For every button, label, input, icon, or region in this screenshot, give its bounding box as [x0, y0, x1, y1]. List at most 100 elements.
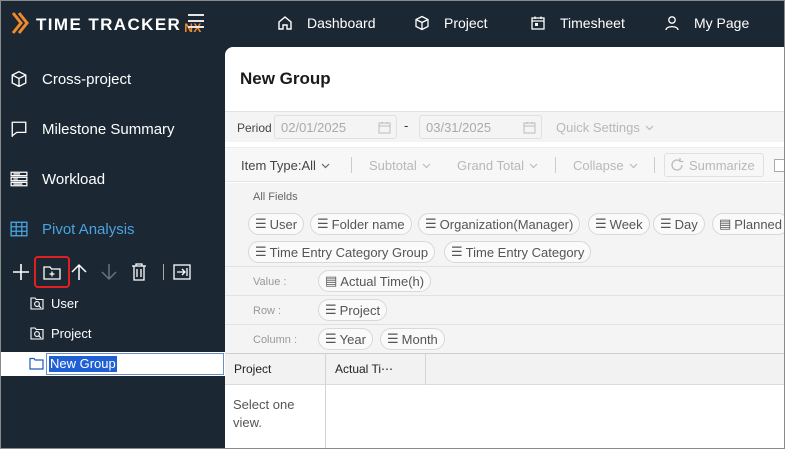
- divider: [555, 157, 556, 173]
- value-drop-zone[interactable]: Value : ▤ Actual Time(h): [225, 266, 785, 295]
- grid-header-actual-time[interactable]: Actual Ti⋯: [326, 354, 426, 385]
- sidebar-item-cross-project[interactable]: Cross-project: [10, 67, 131, 91]
- sidebar-item-label: Workload: [42, 170, 106, 188]
- column-chip-month[interactable]: ☰ Month: [380, 328, 445, 350]
- numeric-field-icon: ▤: [719, 216, 732, 231]
- summarize-button[interactable]: Summarize: [664, 153, 764, 177]
- field-chip-time-entry-category[interactable]: ☰ Time Entry Category: [444, 241, 592, 263]
- sidebar-item-milestone-summary[interactable]: Milestone Summary: [10, 117, 175, 141]
- delete-icon[interactable]: [126, 259, 152, 285]
- sidebar: Cross-project Milestone Summary Workload…: [0, 47, 225, 449]
- date-separator: -: [404, 118, 409, 133]
- nav-mypage[interactable]: My Page: [664, 12, 749, 34]
- add-icon[interactable]: [8, 259, 34, 285]
- folder-icon: [29, 357, 44, 370]
- subtotal-dropdown[interactable]: Subtotal: [369, 158, 431, 173]
- cube-icon: [11, 70, 27, 88]
- field-chip-organization[interactable]: ☰ Organization(Manager): [418, 213, 581, 235]
- field-chip-week[interactable]: ☰ Week: [588, 213, 650, 235]
- divider: [654, 157, 655, 173]
- user-icon: [665, 16, 679, 31]
- drag-handle-icon: ☰: [595, 216, 607, 231]
- column-zone-label: Column :: [253, 334, 298, 346]
- field-chip-time-entry-category-group[interactable]: ☰ Time Entry Category Group: [248, 241, 436, 263]
- field-chip-label: Day: [674, 216, 698, 232]
- field-chip-planned[interactable]: ▤ Planned: [712, 213, 785, 235]
- logo-mark-icon: [10, 10, 32, 36]
- field-chip-label: Time Entry Category Group: [269, 244, 429, 260]
- table-icon: [10, 221, 28, 237]
- field-chip-label: Project: [339, 302, 381, 318]
- tree-item-label: User: [51, 295, 79, 311]
- move-up-icon[interactable]: [66, 259, 92, 285]
- rename-input-value: New Group: [49, 356, 117, 372]
- move-down-icon[interactable]: [96, 259, 122, 285]
- nav-project[interactable]: Project: [414, 12, 488, 34]
- calendar-icon: [531, 16, 545, 30]
- date-to-input[interactable]: 03/31/2025: [419, 115, 542, 139]
- pivot-grid-body: Select one view.: [225, 385, 785, 449]
- field-chip-day[interactable]: ☰ Day: [653, 213, 705, 235]
- all-fields-label: All Fields: [253, 191, 298, 203]
- date-from-input[interactable]: 02/01/2025: [274, 115, 397, 139]
- chevron-down-icon: [645, 125, 654, 130]
- field-chip-label: Planned: [734, 216, 783, 232]
- value-zone-label: Value :: [253, 276, 287, 288]
- add-folder-icon: [43, 266, 61, 280]
- all-fields-area: All Fields ☰ User ☰ Folder name ☰ Organizat…: [225, 183, 785, 266]
- field-chip-label: Year: [339, 331, 366, 347]
- flag-icon: [11, 121, 27, 137]
- option-checkbox[interactable]: [774, 159, 785, 172]
- logo-text: TIME TRACKER: [36, 15, 182, 34]
- calendar-icon: [523, 122, 536, 134]
- row-drop-zone[interactable]: Row : ☰ Project: [225, 295, 785, 324]
- summarize-label: Summarize: [689, 157, 755, 173]
- tree-item-label: Project: [51, 325, 92, 341]
- sidebar-item-workload[interactable]: Workload: [10, 167, 105, 191]
- chevron-down-icon: [422, 163, 431, 168]
- field-chip-label: Actual Time(h): [340, 273, 425, 289]
- nav-dashboard[interactable]: Dashboard: [277, 12, 376, 34]
- field-chip-user[interactable]: ☰ User: [248, 213, 305, 235]
- item-type-label: Item Type:All: [241, 158, 316, 173]
- sidebar-item-pivot-analysis[interactable]: Pivot Analysis: [10, 217, 135, 241]
- tree-item-project[interactable]: Project: [30, 323, 91, 343]
- app-logo[interactable]: TIME TRACKER NX: [10, 10, 202, 36]
- drag-handle-icon: ☰: [255, 216, 267, 231]
- field-chip-label: Folder name: [331, 216, 405, 232]
- options-bar: Item Type:All Subtotal Grand Total Colla…: [225, 147, 785, 182]
- main-panel: New Group Period 02/01/2025 - 03/31/2025…: [225, 47, 785, 449]
- menu-toggle-icon[interactable]: [188, 14, 204, 28]
- top-bar: TIME TRACKER NX Dashboard Project Timesh…: [0, 0, 785, 47]
- tree-item-user[interactable]: User: [30, 293, 78, 313]
- add-folder-button[interactable]: [34, 256, 70, 288]
- saved-view-icon: [30, 327, 44, 340]
- collapse-dropdown[interactable]: Collapse: [573, 158, 638, 173]
- row-chip-project[interactable]: ☰ Project: [318, 299, 388, 321]
- sidebar-item-label: Milestone Summary: [42, 120, 175, 138]
- page-title: New Group: [240, 69, 331, 88]
- rename-input[interactable]: New Group: [46, 353, 224, 375]
- nav-project-label: Project: [444, 15, 488, 31]
- item-type-dropdown[interactable]: Item Type:All: [241, 158, 330, 173]
- nav-timesheet[interactable]: Timesheet: [530, 12, 625, 34]
- grid-header-project[interactable]: Project: [225, 354, 326, 385]
- quick-settings-dropdown[interactable]: Quick Settings: [556, 120, 654, 135]
- drag-handle-icon: ☰: [660, 216, 672, 231]
- value-chip-actual-time[interactable]: ▤ Actual Time(h): [318, 270, 432, 292]
- empty-message-line: Select one: [233, 397, 295, 412]
- pivot-grid-header: Project Actual Ti⋯: [225, 353, 785, 385]
- grand-total-dropdown[interactable]: Grand Total: [457, 158, 538, 173]
- field-chip-label: Organization(Manager): [439, 216, 574, 232]
- quick-settings-label: Quick Settings: [556, 120, 640, 135]
- workload-icon: [10, 171, 28, 187]
- drag-handle-icon: ☰: [387, 331, 399, 346]
- field-chip-folder-name[interactable]: ☰ Folder name: [310, 213, 412, 235]
- column-chip-year[interactable]: ☰ Year: [318, 328, 373, 350]
- column-drop-zone[interactable]: Column : ☰ Year ☰ Month: [225, 324, 785, 353]
- drag-handle-icon: ☰: [317, 216, 329, 231]
- cube-icon: [415, 15, 429, 31]
- nav-mypage-label: My Page: [694, 15, 750, 31]
- date-to-value: 03/31/2025: [426, 120, 492, 135]
- export-icon[interactable]: [169, 259, 195, 285]
